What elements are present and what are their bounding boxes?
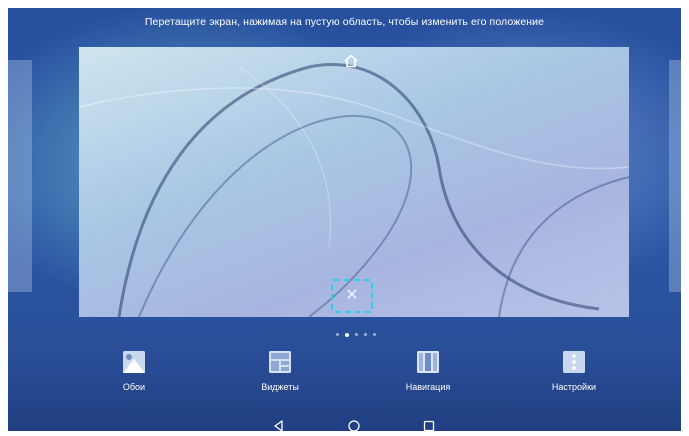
wallpaper-art: [79, 63, 629, 317]
rearrange-hint: Перетащите экран, нажимая на пустую обла…: [144, 16, 545, 28]
back-icon[interactable]: [272, 419, 286, 431]
page-dot: [364, 333, 367, 336]
close-icon: ✕: [345, 287, 359, 304]
home-nav-icon[interactable]: [347, 419, 361, 431]
wallpapers-button[interactable]: Обои: [84, 348, 184, 392]
next-page-preview[interactable]: [669, 60, 681, 292]
home-page-preview[interactable]: ✕: [79, 47, 629, 317]
page-dot: [373, 333, 376, 336]
widgets-label: Виджеты: [261, 382, 299, 392]
home-icon[interactable]: [343, 53, 359, 69]
page-dot: [355, 333, 358, 336]
navigation-button[interactable]: Навигация: [378, 348, 478, 392]
page-indicator: [336, 332, 376, 337]
settings-label: Настройки: [551, 382, 597, 392]
navigation-label: Навигация: [405, 382, 451, 392]
home-screen-edit-mode: Перетащите экран, нажимая на пустую обла…: [8, 8, 681, 431]
navigation-icon: [417, 351, 439, 373]
settings-button[interactable]: Настройки: [524, 348, 624, 392]
edit-menu: Обои Виджеты Навигация Настройки: [8, 348, 681, 398]
delete-screen-button[interactable]: ✕: [331, 279, 373, 313]
previous-page-preview[interactable]: [8, 60, 32, 292]
wallpapers-label: Обои: [122, 382, 146, 392]
navigation-bar: [8, 419, 681, 431]
recents-icon[interactable]: [422, 419, 436, 431]
settings-icon: [563, 351, 585, 373]
widgets-button[interactable]: Виджеты: [230, 348, 330, 392]
page-dot-active: [345, 332, 349, 337]
widgets-icon: [269, 351, 291, 373]
page-dot: [336, 333, 339, 336]
wallpaper-icon: [123, 351, 145, 373]
